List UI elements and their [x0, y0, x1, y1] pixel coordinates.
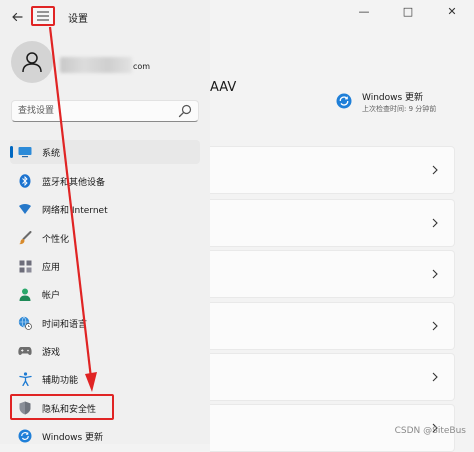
windows-update-icon [18, 429, 32, 443]
update-tile-title: Windows 更新 [362, 93, 424, 103]
nav-item-system[interactable]: 系统 [10, 140, 200, 164]
nav-item-label: 网络和 Internet [42, 205, 108, 216]
nav-item-windows-update[interactable]: Windows 更新 [10, 424, 200, 448]
nav-item-apps[interactable]: 应用 [10, 254, 200, 278]
monitor-icon [18, 145, 32, 159]
nav-item-label: 应用 [42, 262, 61, 273]
nav-item-privacy-security[interactable]: 隐私和安全性 [10, 396, 200, 420]
settings-card[interactable] [210, 146, 455, 194]
nav-item-label: 个性化 [42, 234, 70, 245]
search-input[interactable] [18, 101, 168, 120]
windows-update-tile[interactable]: Windows 更新 上次检查时间: 9 分钟前 [336, 86, 466, 118]
chevron-right-icon [430, 319, 440, 333]
shield-icon [18, 401, 32, 415]
nav-item-label: 系统 [42, 148, 61, 159]
windows-update-icon [336, 93, 352, 109]
gamepad-icon [18, 344, 32, 358]
search-icon [178, 104, 192, 118]
nav-item-network[interactable]: 网络和 Internet [10, 197, 200, 221]
nav-item-label: 时间和语言 [42, 319, 88, 330]
nav-item-label: 游戏 [42, 347, 61, 358]
hamburger-icon [37, 11, 49, 21]
minimize-button[interactable]: — [342, 0, 386, 22]
redacted-email [60, 57, 132, 73]
chevron-right-icon [430, 163, 440, 177]
wifi-icon [18, 202, 32, 216]
page-heading: AAV [210, 80, 237, 95]
update-tile-subtitle: 上次检查时间: 9 分钟前 [362, 105, 437, 113]
chevron-right-icon [430, 216, 440, 230]
settings-card[interactable] [210, 353, 455, 401]
window-title: 设置 [68, 14, 88, 25]
nav-item-label: 帐户 [42, 290, 61, 301]
back-button[interactable] [8, 8, 26, 26]
maximize-button[interactable]: □ [386, 0, 430, 22]
watermark: CSDN @SiteBus [394, 426, 466, 436]
nav-item-accounts[interactable]: 帐户 [10, 282, 200, 306]
person-icon [18, 287, 32, 301]
back-arrow-icon [12, 12, 23, 22]
nav-item-personalization[interactable]: 个性化 [10, 226, 200, 250]
nav-item-gaming[interactable]: 游戏 [10, 339, 200, 363]
email-suffix: com [133, 62, 151, 71]
window-controls: — □ ✕ [342, 0, 474, 22]
brush-icon [18, 231, 32, 245]
accessibility-icon [18, 372, 32, 386]
navigation-menu-button[interactable] [31, 6, 55, 26]
nav-item-label: Windows 更新 [42, 432, 104, 443]
apps-icon [18, 259, 32, 273]
settings-card[interactable] [210, 199, 455, 247]
bluetooth-icon [18, 174, 32, 188]
search-box[interactable] [11, 100, 199, 122]
chevron-right-icon [430, 267, 440, 281]
settings-card[interactable] [210, 250, 455, 298]
globe-clock-icon [18, 316, 32, 330]
avatar[interactable] [11, 41, 53, 83]
chevron-right-icon [430, 370, 440, 384]
nav-item-bluetooth[interactable]: 蓝牙和其他设备 [10, 169, 200, 193]
person-icon [22, 52, 42, 73]
nav-item-label: 蓝牙和其他设备 [42, 177, 106, 188]
nav-item-time-language[interactable]: 时间和语言 [10, 311, 200, 335]
nav-item-label: 隐私和安全性 [42, 404, 97, 415]
nav-item-accessibility[interactable]: 辅助功能 [10, 367, 200, 391]
close-button[interactable]: ✕ [430, 0, 474, 22]
nav-item-label: 辅助功能 [42, 375, 79, 386]
settings-card[interactable] [210, 302, 455, 350]
